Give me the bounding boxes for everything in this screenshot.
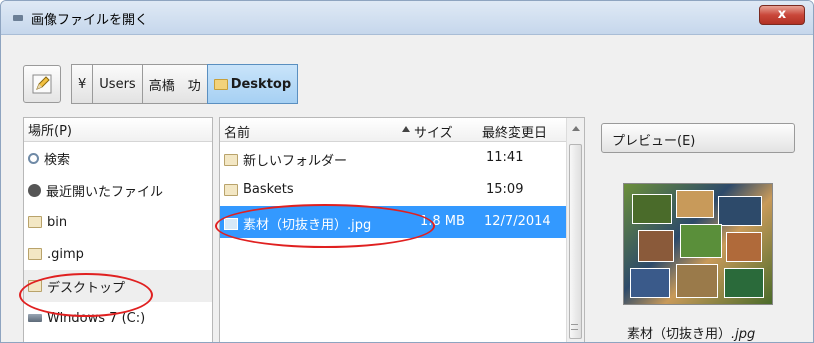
recent-icon — [28, 183, 41, 197]
file-row[interactable]: 新しいフォルダー 11:41 — [220, 142, 584, 174]
file-list: 名前 サイズ 最終変更日 新しいフォルダー 11:41 Baskets 15:0… — [219, 117, 585, 342]
file-name: 新しいフォルダー — [243, 154, 348, 169]
places-item-desktop[interactable]: デスクトップ — [24, 270, 212, 302]
scrollbar-grip-icon — [571, 324, 578, 330]
folder-icon — [28, 248, 42, 260]
places-item-bin[interactable]: bin — [24, 206, 212, 238]
column-size[interactable]: サイズ — [414, 122, 453, 141]
close-button[interactable]: x — [759, 5, 805, 25]
folder-icon — [213, 78, 228, 90]
places-item-gimp[interactable]: .gimp — [24, 238, 212, 270]
breadcrumb-root[interactable]: ¥ — [71, 64, 94, 104]
pencil-edit-icon — [32, 74, 52, 94]
preview-panel: プレビュー(E) 素材（切抜き用）.jpg — [601, 117, 795, 342]
file-modified: 15:09 — [486, 182, 524, 197]
window-title: 画像ファイルを開く — [31, 13, 149, 28]
app-icon — [13, 15, 23, 21]
location-toolbar: ¥ Users 高橋 功 Desktop — [23, 63, 299, 105]
folder-icon — [28, 280, 42, 292]
breadcrumb-user-home[interactable]: 高橋 功 — [141, 64, 208, 104]
breadcrumb-desktop[interactable]: Desktop — [206, 64, 299, 104]
folder-icon — [224, 183, 238, 196]
folder-icon — [28, 216, 42, 228]
scroll-up-icon[interactable] — [572, 126, 580, 131]
sort-ascending-icon — [402, 126, 410, 132]
places-header[interactable]: 場所(P) — [24, 118, 212, 142]
image-file-icon — [224, 217, 238, 230]
column-name[interactable]: 名前 — [224, 122, 250, 141]
preview-button[interactable]: プレビュー(E) — [601, 123, 795, 153]
places-item-recent[interactable]: 最近開いたファイル — [24, 174, 212, 206]
preview-caption: 素材（切抜き用）.jpg — [627, 327, 756, 342]
column-modified[interactable]: 最終変更日 — [482, 122, 547, 141]
scrollbar-thumb[interactable] — [569, 144, 582, 339]
file-row-selected[interactable]: 素材（切抜き用）.jpg 1.8 MB 12/7/2014 — [220, 206, 584, 238]
preview-thumbnail — [623, 183, 773, 305]
drive-icon — [28, 314, 42, 322]
breadcrumb-users[interactable]: Users — [92, 64, 143, 104]
file-list-scrollbar[interactable] — [566, 118, 584, 342]
breadcrumb: ¥ Users 高橋 功 Desktop — [71, 64, 299, 104]
places-item-windows-drive[interactable]: Windows 7 (C:) — [24, 302, 212, 334]
type-location-button[interactable] — [23, 65, 61, 103]
file-name: 素材（切抜き用）.jpg — [243, 218, 372, 233]
title-bar: 画像ファイルを開く x — [1, 1, 813, 35]
folder-icon — [224, 153, 238, 166]
file-name: Baskets — [243, 182, 294, 197]
open-image-dialog: 画像ファイルを開く x ¥ Users 高橋 功 Desktop 場所(P) 検… — [0, 0, 814, 343]
file-size: 1.8 MB — [420, 214, 465, 229]
file-modified: 11:41 — [486, 150, 524, 165]
file-modified: 12/7/2014 — [484, 214, 551, 229]
search-icon — [28, 152, 39, 164]
file-list-header: 名前 サイズ 最終変更日 — [220, 118, 584, 142]
file-row[interactable]: Baskets 15:09 — [220, 174, 584, 206]
places-panel: 場所(P) 検索 最近開いたファイル bin .gimp デスクトップ Wind… — [23, 117, 213, 342]
places-item-search[interactable]: 検索 — [24, 142, 212, 174]
